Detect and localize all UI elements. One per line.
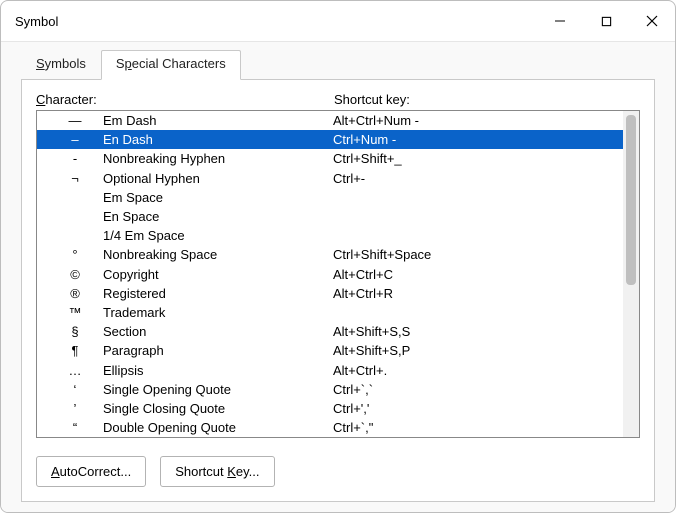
- shortcut-key: Ctrl+`,`: [333, 382, 623, 397]
- option-buttons: AutoCorrect... Shortcut Key...: [36, 456, 640, 487]
- autocorrect-button[interactable]: AutoCorrect...: [36, 456, 146, 487]
- shortcut-key: Ctrl+Shift+_: [333, 151, 623, 166]
- list-item[interactable]: —Em DashAlt+Ctrl+Num -: [37, 111, 623, 130]
- symbol-glyph: ®: [47, 286, 103, 301]
- list-item[interactable]: 1/4 Em Space: [37, 226, 623, 245]
- list-item[interactable]: °Nonbreaking SpaceCtrl+Shift+Space: [37, 245, 623, 264]
- list-item[interactable]: -Nonbreaking HyphenCtrl+Shift+_: [37, 149, 623, 168]
- symbol-name: Optional Hyphen: [103, 171, 333, 186]
- character-listbox[interactable]: —Em DashAlt+Ctrl+Num -–En DashCtrl+Num -…: [36, 110, 640, 438]
- list-item[interactable]: –En DashCtrl+Num -: [37, 130, 623, 149]
- list-item[interactable]: Em Space: [37, 188, 623, 207]
- symbol-name: Single Closing Quote: [103, 401, 333, 416]
- tab-special-label: Special Characters: [116, 56, 226, 71]
- titlebar: Symbol: [1, 1, 675, 42]
- dialog-body: Symbols Special Characters Character: Sh…: [1, 42, 675, 513]
- symbol-name: Copyright: [103, 267, 333, 282]
- minimize-icon: [554, 15, 566, 27]
- symbol-glyph: -: [47, 151, 103, 166]
- shortcut-key: Ctrl+Shift+Space: [333, 247, 623, 262]
- symbol-glyph: °: [47, 247, 103, 262]
- shortcut-key-label: Shortcut Key...: [175, 464, 259, 479]
- tab-symbols[interactable]: Symbols: [21, 50, 101, 80]
- minimize-button[interactable]: [537, 1, 583, 41]
- list-item[interactable]: En Space: [37, 207, 623, 226]
- symbol-glyph: –: [47, 132, 103, 147]
- symbol-name: Paragraph: [103, 343, 333, 358]
- header-character: Character:: [36, 92, 334, 107]
- symbol-name: Nonbreaking Hyphen: [103, 151, 333, 166]
- symbol-name: Registered: [103, 286, 333, 301]
- list-item[interactable]: ™Trademark: [37, 303, 623, 322]
- dialog-footer: Insert Cancel: [21, 502, 655, 513]
- shortcut-key: Alt+Shift+S,S: [333, 324, 623, 339]
- symbol-name: Em Space: [103, 190, 333, 205]
- shortcut-key: Alt+Ctrl+R: [333, 286, 623, 301]
- maximize-button[interactable]: [583, 1, 629, 41]
- symbol-name: Em Dash: [103, 113, 333, 128]
- symbol-name: Single Opening Quote: [103, 382, 333, 397]
- shortcut-key: Alt+Ctrl+C: [333, 267, 623, 282]
- list-item[interactable]: ‘Single Opening QuoteCtrl+`,`: [37, 380, 623, 399]
- shortcut-key: Ctrl+-: [333, 171, 623, 186]
- symbol-name: En Space: [103, 209, 333, 224]
- symbol-glyph: ¶: [47, 343, 103, 358]
- symbol-name: Trademark: [103, 305, 333, 320]
- list-item[interactable]: ’Single Closing QuoteCtrl+',': [37, 399, 623, 418]
- shortcut-key: Ctrl+Num -: [333, 132, 623, 147]
- symbol-glyph: …: [47, 363, 103, 378]
- symbol-name: Ellipsis: [103, 363, 333, 378]
- maximize-icon: [601, 16, 612, 27]
- symbol-dialog: Symbol Symbols Special Characters C: [0, 0, 676, 513]
- symbol-glyph: —: [47, 113, 103, 128]
- shortcut-key: Alt+Ctrl+.: [333, 363, 623, 378]
- symbol-name: 1/4 Em Space: [103, 228, 333, 243]
- symbol-glyph: ©: [47, 267, 103, 282]
- symbol-name: Section: [103, 324, 333, 339]
- symbol-name: Nonbreaking Space: [103, 247, 333, 262]
- shortcut-key-button[interactable]: Shortcut Key...: [160, 456, 274, 487]
- list-item[interactable]: ®RegisteredAlt+Ctrl+R: [37, 284, 623, 303]
- list-item[interactable]: ¬Optional HyphenCtrl+-: [37, 169, 623, 188]
- tab-symbols-label: Symbols: [36, 56, 86, 71]
- list-item[interactable]: ¶ParagraphAlt+Shift+S,P: [37, 341, 623, 360]
- symbol-glyph: ‘: [47, 382, 103, 397]
- shortcut-key: Ctrl+`,": [333, 420, 623, 435]
- autocorrect-label: AutoCorrect...: [51, 464, 131, 479]
- character-list-rows: —Em DashAlt+Ctrl+Num -–En DashCtrl+Num -…: [37, 111, 623, 437]
- shortcut-key: Ctrl+',': [333, 401, 623, 416]
- symbol-glyph: ’: [47, 401, 103, 416]
- symbol-glyph: ™: [47, 305, 103, 320]
- scrollbar[interactable]: [623, 111, 639, 437]
- symbol-glyph: ¬: [47, 171, 103, 186]
- list-item[interactable]: ©CopyrightAlt+Ctrl+C: [37, 265, 623, 284]
- list-item[interactable]: §SectionAlt+Shift+S,S: [37, 322, 623, 341]
- window-title: Symbol: [15, 14, 58, 29]
- list-item[interactable]: …EllipsisAlt+Ctrl+.: [37, 360, 623, 379]
- symbol-glyph: §: [47, 324, 103, 339]
- tab-special-characters[interactable]: Special Characters: [101, 50, 241, 80]
- list-item[interactable]: “Double Opening QuoteCtrl+`,": [37, 418, 623, 437]
- scrollbar-thumb[interactable]: [626, 115, 636, 285]
- tab-panel-special: Character: Shortcut key: —Em DashAlt+Ctr…: [21, 80, 655, 502]
- close-button[interactable]: [629, 1, 675, 41]
- column-headers: Character: Shortcut key:: [36, 92, 640, 110]
- shortcut-key: Alt+Ctrl+Num -: [333, 113, 623, 128]
- symbol-name: En Dash: [103, 132, 333, 147]
- symbol-glyph: “: [47, 420, 103, 435]
- header-shortcut: Shortcut key:: [334, 92, 640, 107]
- symbol-name: Double Opening Quote: [103, 420, 333, 435]
- tabstrip: Symbols Special Characters: [21, 50, 655, 80]
- close-icon: [646, 15, 658, 27]
- shortcut-key: Alt+Shift+S,P: [333, 343, 623, 358]
